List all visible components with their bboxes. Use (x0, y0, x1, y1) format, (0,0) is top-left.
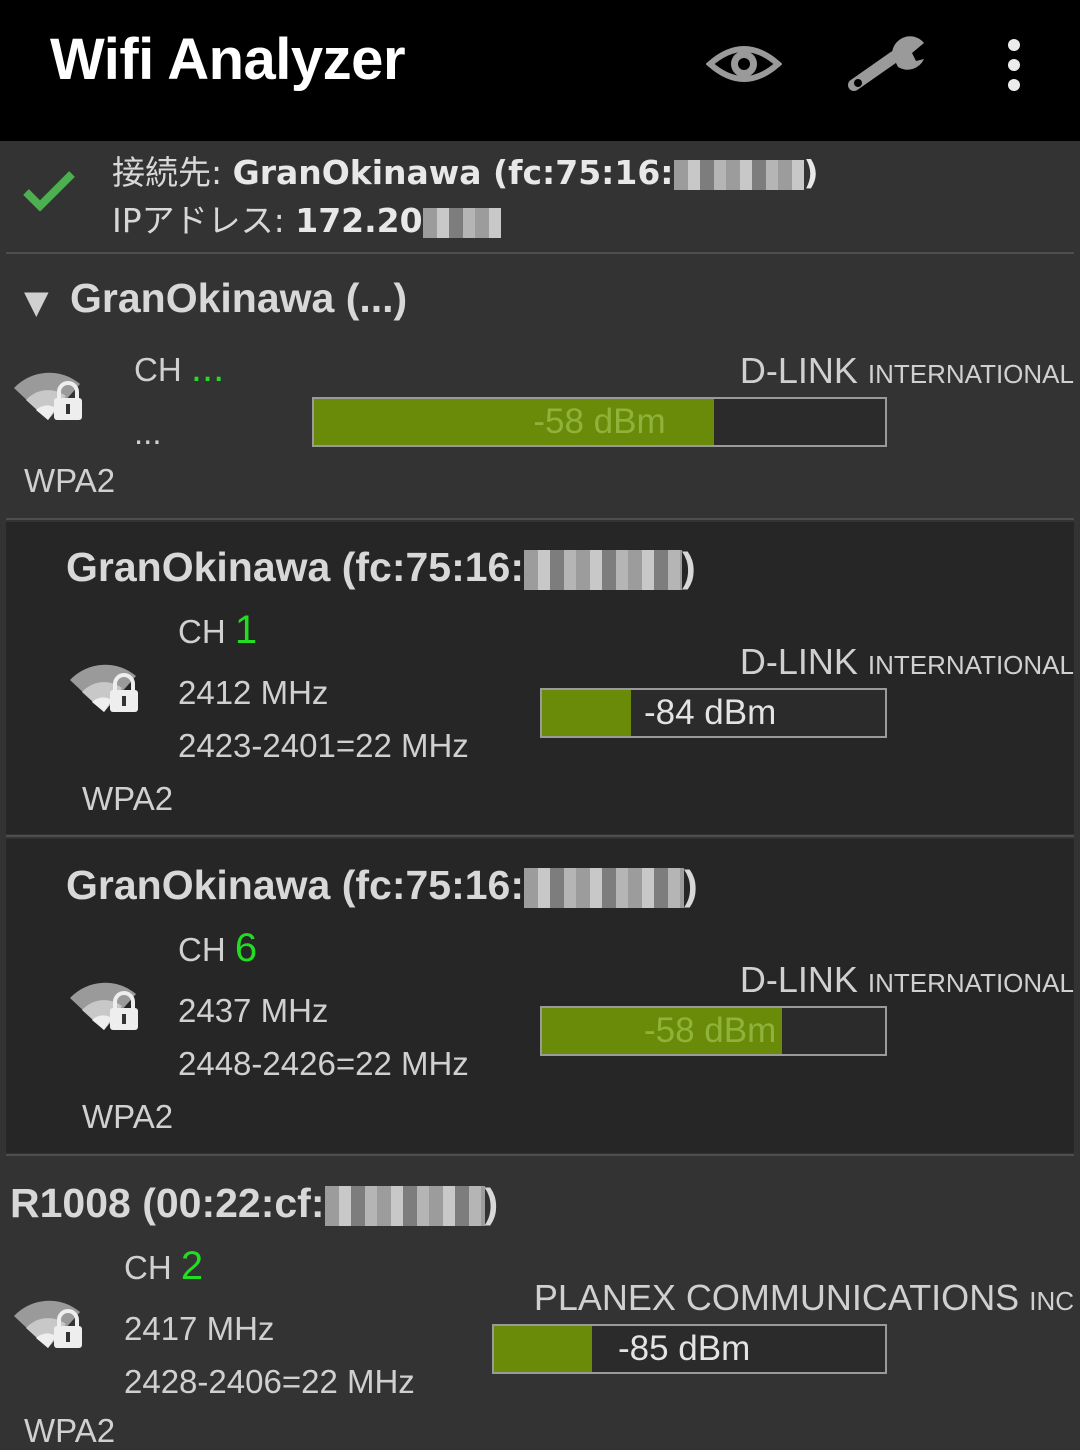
connected-label: 接続先: (112, 153, 233, 192)
wrench-icon (848, 36, 924, 91)
signal-label: -84 dBm (644, 693, 777, 732)
security: WPA2 (24, 1412, 116, 1449)
channel-range: 2423-2401=22 MHz (178, 727, 469, 764)
vendor: D-LINK INTERNATIONAL (739, 350, 1074, 391)
channel-range: 2428-2406=22 MHz (124, 1363, 415, 1400)
channel-value: 1 (234, 608, 258, 652)
redacted-mask (324, 1186, 485, 1227)
frequency: 2412 MHz (178, 674, 329, 711)
signal-fill (542, 690, 632, 736)
signal-label: -85 dBm (618, 1329, 751, 1368)
network-ssid: GranOkinawa (fc:75:16:) (66, 544, 696, 591)
channel-label: CH ... (134, 346, 225, 390)
divider (6, 252, 1074, 254)
eye-icon (706, 46, 782, 82)
security: WPA2 (24, 462, 116, 499)
channel-label: CH 6 (178, 926, 258, 970)
redacted-mask (673, 159, 804, 190)
frequency: 2417 MHz (124, 1310, 275, 1347)
vendor: D-LINK INTERNATIONAL (739, 641, 1074, 682)
wifi-lock-icon (70, 982, 138, 1030)
signal-fill (494, 1326, 592, 1372)
overflow-menu-button[interactable] (988, 20, 1040, 110)
overflow-menu-icon (1008, 39, 1020, 91)
network-ssid[interactable]: R1008 (00:22:cf:) (10, 1180, 498, 1227)
redacted-mask (524, 550, 682, 591)
vendor: PLANEX COMMUNICATIONS INC (533, 1277, 1074, 1318)
frequency: ... (134, 414, 162, 451)
wifi-lock-icon (14, 372, 82, 420)
redacted-mask (524, 868, 684, 909)
channel-label: CH 1 (178, 608, 258, 652)
security: WPA2 (82, 1098, 174, 1135)
redacted-mask (422, 207, 501, 238)
settings-button[interactable] (836, 20, 940, 110)
signal-label: -58 dBm (644, 1011, 777, 1050)
signal-label: -58 dBm (533, 402, 666, 441)
connected-ssid-line: 接続先: GranOkinawa (fc:75:16:) (112, 146, 819, 194)
network-ssid: GranOkinawa (fc:75:16:) (66, 862, 698, 909)
group-title[interactable]: GranOkinawa (...) (70, 275, 407, 322)
frequency: 2437 MHz (178, 992, 329, 1029)
connected-ssid-suffix: ) (803, 153, 819, 192)
signal-bar: -58 dBm (312, 397, 887, 447)
divider (6, 518, 1074, 520)
ip-address: 172.20 (295, 201, 423, 240)
signal-bar: -58 dBm (540, 1006, 887, 1056)
channel-value: 6 (234, 926, 258, 970)
signal-bar: -85 dBm (492, 1324, 887, 1374)
ip-label: IPアドレス: (112, 201, 296, 240)
divider (6, 835, 1074, 837)
channel-range: 2448-2426=22 MHz (178, 1045, 469, 1082)
eye-button[interactable] (696, 20, 792, 110)
ip-address-line: IPアドレス: 172.20 (112, 194, 501, 242)
vendor: D-LINK INTERNATIONAL (739, 959, 1074, 1000)
channel-value: ... (190, 346, 225, 390)
security: WPA2 (82, 780, 174, 817)
collapse-arrow-icon[interactable]: ▼ (24, 283, 49, 321)
connected-ssid: GranOkinawa (fc:75:16: (232, 153, 674, 192)
app-title: Wifi Analyzer (50, 27, 406, 92)
wifi-lock-icon (14, 1300, 82, 1348)
signal-bar: -84 dBm (540, 688, 887, 738)
check-icon (23, 171, 75, 212)
divider (6, 1154, 1074, 1156)
channel-value: 2 (180, 1244, 204, 1288)
wifi-lock-icon (70, 664, 138, 712)
channel-label: CH 2 (124, 1244, 204, 1288)
